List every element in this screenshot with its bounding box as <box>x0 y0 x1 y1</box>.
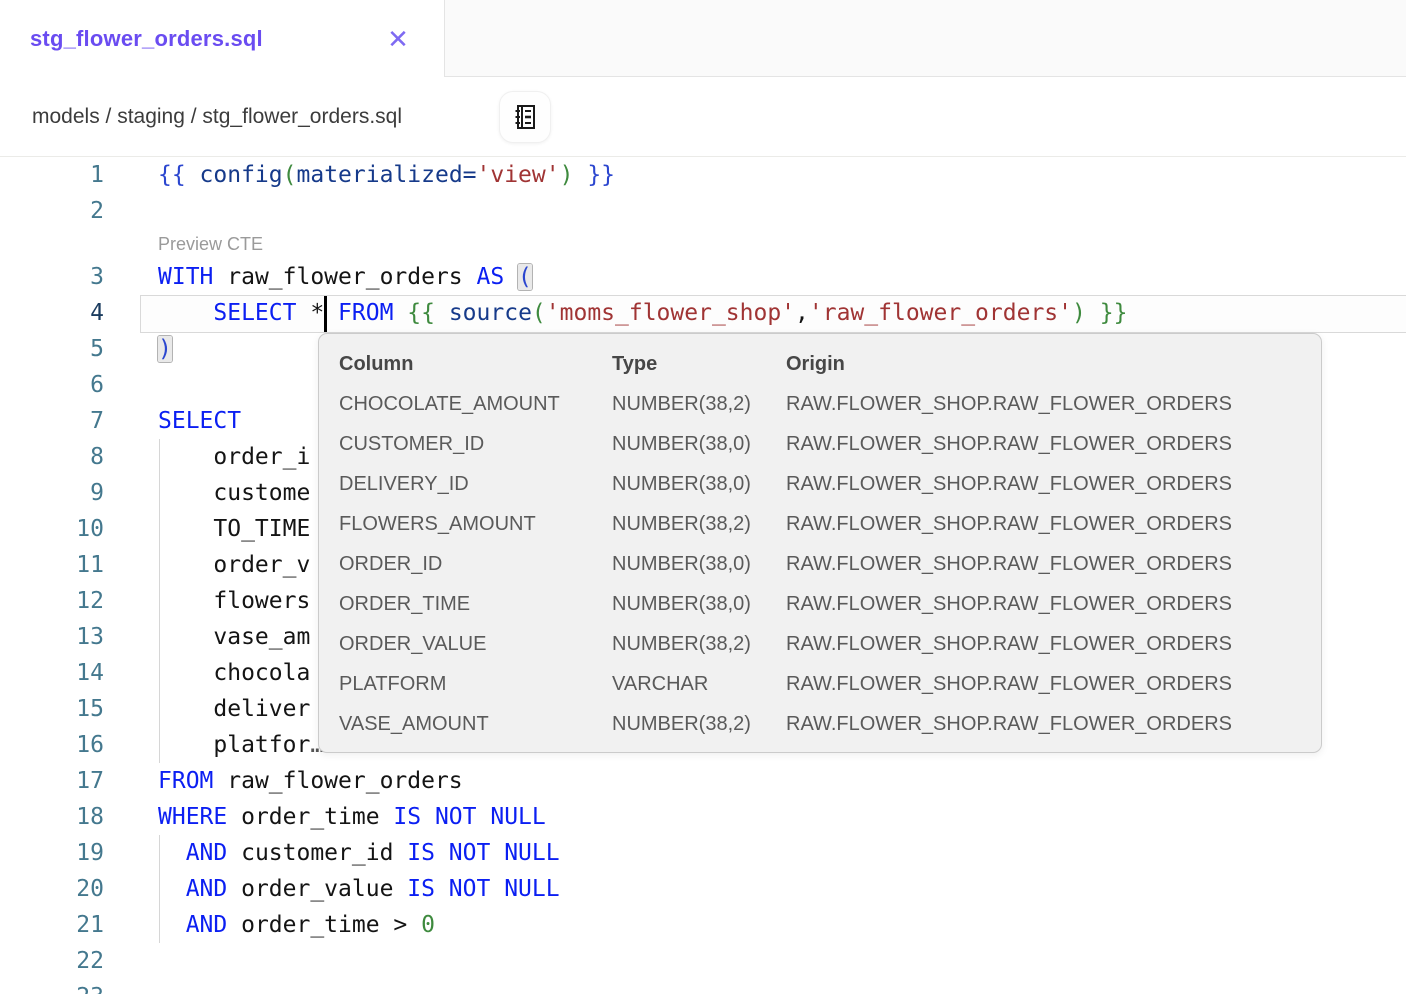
popup-cell-origin: RAW.FLOWER_SHOP.RAW_FLOWER_ORDERS <box>786 584 1307 624</box>
code-line-22[interactable]: 22 <box>0 943 1406 979</box>
code-line-2[interactable]: 2 <box>0 193 1406 229</box>
popup-cell-column: VASE_AMOUNT <box>339 704 612 744</box>
line-number: 10 <box>0 511 104 547</box>
breadcrumb-bar: models / staging / stg_flower_orders.sql <box>0 78 1406 157</box>
line-number: 16 <box>0 727 104 763</box>
breadcrumb[interactable]: models / staging / stg_flower_orders.sql <box>32 78 402 156</box>
line-number: 3 <box>0 259 104 295</box>
popup-column-header: Type <box>612 344 786 384</box>
line-code: order_v <box>158 547 310 583</box>
line-code: WHERE order_time IS NOT NULL <box>158 799 546 835</box>
popup-cell-origin: RAW.FLOWER_SHOP.RAW_FLOWER_ORDERS <box>786 544 1307 584</box>
line-number: 20 <box>0 871 104 907</box>
code-line-17[interactable]: 17 FROM raw_flower_orders <box>0 763 1406 799</box>
line-number: 22 <box>0 943 104 979</box>
popup-cell-origin: RAW.FLOWER_SHOP.RAW_FLOWER_ORDERS <box>786 664 1307 704</box>
line-code: order_i <box>158 439 310 475</box>
line-code: SELECT * FROM {{ source('moms_flower_sho… <box>158 295 1127 331</box>
popup-cell-column: DELIVERY_ID <box>339 464 612 504</box>
popup-cell-type: NUMBER(38,0) <box>612 464 786 504</box>
popup-cell-column: ORDER_VALUE <box>339 624 612 664</box>
popup-cell-column: ORDER_TIME <box>339 584 612 624</box>
popup-cell-column: ORDER_ID <box>339 544 612 584</box>
line-number: 11 <box>0 547 104 583</box>
tab-title[interactable]: stg_flower_orders.sql <box>30 0 263 78</box>
line-code: WITH raw_flower_orders AS ( <box>158 259 532 295</box>
code-line-3[interactable]: 3 WITH raw_flower_orders AS ( <box>0 259 1406 295</box>
line-number: 23 <box>0 979 104 994</box>
popup-cell-type: NUMBER(38,0) <box>612 424 786 464</box>
line-code: custome <box>158 475 310 511</box>
line-number: 2 <box>0 193 104 229</box>
code-line-23[interactable]: 23 <box>0 979 1406 994</box>
popup-cell-origin: RAW.FLOWER_SHOP.RAW_FLOWER_ORDERS <box>786 464 1307 504</box>
popup-column-header: Column <box>339 344 612 384</box>
text-cursor <box>324 296 327 332</box>
line-code: platfor… <box>158 727 324 763</box>
line-number: 21 <box>0 907 104 943</box>
line-code: vase_am <box>158 619 310 655</box>
popup-cell-column: CUSTOMER_ID <box>339 424 612 464</box>
line-code: ) <box>158 331 172 367</box>
popup-cell-type: NUMBER(38,2) <box>612 704 786 744</box>
file-outline-button[interactable] <box>499 91 551 143</box>
popup-cell-type: NUMBER(38,0) <box>612 584 786 624</box>
code-lens-preview-cte[interactable]: Preview CTE <box>158 229 263 259</box>
code-line-18[interactable]: 18 WHERE order_time IS NOT NULL <box>0 799 1406 835</box>
line-code: TO_TIME <box>158 511 310 547</box>
code-line-19[interactable]: 19 AND customer_id IS NOT NULL <box>0 835 1406 871</box>
line-number: 8 <box>0 439 104 475</box>
line-code: AND customer_id IS NOT NULL <box>158 835 560 871</box>
popup-cell-type: NUMBER(38,0) <box>612 544 786 584</box>
popup-cell-origin: RAW.FLOWER_SHOP.RAW_FLOWER_ORDERS <box>786 504 1307 544</box>
line-code: FROM raw_flower_orders <box>158 763 463 799</box>
popup-cell-column: CHOCOLATE_AMOUNT <box>339 384 612 424</box>
line-code: deliver <box>158 691 310 727</box>
line-code: chocola <box>158 655 310 691</box>
line-number: 9 <box>0 475 104 511</box>
popup-cell-origin: RAW.FLOWER_SHOP.RAW_FLOWER_ORDERS <box>786 624 1307 664</box>
line-number: 4 <box>0 295 104 331</box>
ide-window: stg_flower_orders.sql ✕ models / staging… <box>0 0 1406 994</box>
popup-cell-origin: RAW.FLOWER_SHOP.RAW_FLOWER_ORDERS <box>786 704 1307 744</box>
popup-cell-origin: RAW.FLOWER_SHOP.RAW_FLOWER_ORDERS <box>786 384 1307 424</box>
code-editor[interactable]: Preview CTE 1 {{ config(materialized='vie… <box>0 157 1406 994</box>
popup-cell-type: NUMBER(38,2) <box>612 504 786 544</box>
line-code: SELECT <box>158 403 241 439</box>
source-columns-popup: ColumnTypeOriginCHOCOLATE_AMOUNTNUMBER(3… <box>318 333 1322 753</box>
line-number: 14 <box>0 655 104 691</box>
line-number: 7 <box>0 403 104 439</box>
tab-stg-flower-orders[interactable]: stg_flower_orders.sql ✕ <box>0 0 444 78</box>
code-line-21[interactable]: 21 AND order_time > 0 <box>0 907 1406 943</box>
code-line-20[interactable]: 20 AND order_value IS NOT NULL <box>0 871 1406 907</box>
popup-cell-type: NUMBER(38,2) <box>612 624 786 664</box>
popup-cell-column: FLOWERS_AMOUNT <box>339 504 612 544</box>
line-number: 19 <box>0 835 104 871</box>
source-columns-table: ColumnTypeOriginCHOCOLATE_AMOUNTNUMBER(3… <box>339 344 1307 744</box>
line-code: AND order_time > 0 <box>158 907 435 943</box>
line-code: {{ config(materialized='view') }} <box>158 157 615 193</box>
line-number: 5 <box>0 331 104 367</box>
tab-bar: stg_flower_orders.sql ✕ <box>0 0 1406 78</box>
line-code: flowers <box>158 583 310 619</box>
popup-cell-type: VARCHAR <box>612 664 786 704</box>
close-icon[interactable]: ✕ <box>383 24 413 54</box>
line-number: 18 <box>0 799 104 835</box>
line-number: 15 <box>0 691 104 727</box>
code-line-1[interactable]: 1 {{ config(materialized='view') }} <box>0 157 1406 193</box>
line-code: AND order_value IS NOT NULL <box>158 871 560 907</box>
popup-cell-column: PLATFORM <box>339 664 612 704</box>
popup-cell-origin: RAW.FLOWER_SHOP.RAW_FLOWER_ORDERS <box>786 424 1307 464</box>
code-line-4[interactable]: 4 SELECT * FROM {{ source('moms_flower_s… <box>0 295 1406 331</box>
line-number: 12 <box>0 583 104 619</box>
line-number: 13 <box>0 619 104 655</box>
popup-column-header: Origin <box>786 344 1307 384</box>
line-number: 17 <box>0 763 104 799</box>
popup-cell-type: NUMBER(38,2) <box>612 384 786 424</box>
line-number: 6 <box>0 367 104 403</box>
line-number: 1 <box>0 157 104 193</box>
tab-strip-empty-area <box>444 0 1406 77</box>
notebook-icon <box>509 101 541 133</box>
